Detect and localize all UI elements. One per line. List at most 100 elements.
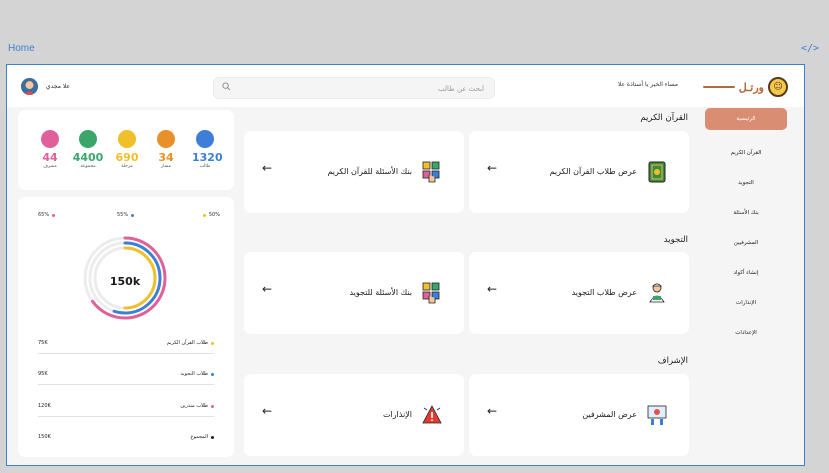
legend-dot (131, 213, 135, 217)
sidebar-item-create-codes[interactable]: إنشاء أكواد (705, 258, 787, 288)
stat-supervisors: 44 مشرف (37, 130, 63, 169)
section-title-supervision: الإشراف (657, 356, 688, 366)
stat-value: 44 (42, 151, 58, 164)
legend-dot (211, 435, 214, 439)
percent-pink: 65% (38, 212, 56, 218)
percent-yellow: 50% (202, 212, 220, 218)
search-icon[interactable] (222, 82, 231, 91)
legend-dot (52, 213, 56, 217)
section-title-tajweed: التجويد (663, 235, 688, 245)
card-label: عرض طلاب القرآن الكريم (549, 167, 637, 176)
stat-stages: 690 مرحلة (114, 130, 140, 169)
arrow-left-icon: ← (262, 404, 273, 418)
search-box (213, 77, 495, 99)
card-label: عرض المشرفين (582, 410, 637, 419)
legend-dot (211, 341, 214, 345)
donut-center-value: 150k (109, 275, 141, 288)
legend-dot (211, 404, 214, 408)
greeting-text: مساء الخير يا أستاذة علا (617, 81, 678, 88)
row-label: طلاب القرآن الكريم (167, 340, 214, 346)
stat-caption: طالب (199, 164, 211, 169)
sidebar-item-warnings[interactable]: الإنذارات (705, 288, 787, 318)
supervisor-board-icon (647, 405, 667, 425)
legend-dot (202, 213, 206, 217)
stat-value: 34 (158, 151, 174, 164)
arrow-left-icon: ← (487, 282, 498, 296)
arrow-left-icon: ← (262, 161, 273, 175)
question-bank-icon (422, 161, 440, 183)
arrow-left-icon: ← (487, 161, 498, 175)
sidebar-item-quran[interactable]: القرآن الكريم (705, 138, 787, 168)
card-label: عرض طلاب التجويد (571, 288, 637, 297)
warning-icon (422, 405, 442, 424)
breakdown-row: 150K المجموع (38, 432, 214, 448)
breakdown-row: 120K طلاب منذرين (38, 401, 214, 417)
user-profile[interactable]: علا مجدي (21, 78, 70, 95)
students-icon (196, 130, 214, 148)
card-label: بنك الأسئلة للتجويد (349, 288, 412, 297)
row-value: 95K (38, 371, 48, 377)
sidebar-item-settings[interactable]: الإعدادات (705, 318, 787, 348)
card-tajweed-question-bank[interactable]: بنك الأسئلة للتجويد ← (244, 252, 464, 334)
card-quran-students[interactable]: عرض طلاب القرآن الكريم ← (469, 131, 689, 213)
row-label: المجموع (190, 434, 214, 440)
stat-caption: مشرف (43, 164, 57, 169)
row-label-text: طلاب التجويد (180, 371, 208, 377)
logo: ☺ ورتـل (702, 77, 788, 97)
section-title-quran: القرآن الكريم (640, 113, 688, 123)
search-input[interactable] (234, 82, 484, 95)
logo-badge-icon: ☺ (768, 77, 788, 97)
card-tajweed-students[interactable]: عرض طلاب التجويد ← (469, 252, 689, 334)
stat-caption: مجموعة (80, 164, 96, 169)
row-value: 75K (38, 340, 48, 346)
stat-tracks: 34 مسار (153, 130, 179, 169)
sidebar-item-supervisors[interactable]: المشرفيين (705, 228, 787, 258)
frame-title: Home (8, 43, 35, 54)
top-bar: ☺ ورتـل مساء الخير يا أستاذة علا علا مجد… (7, 65, 804, 107)
logo-underline (702, 86, 735, 88)
row-label-text: المجموع (190, 434, 209, 440)
groups-icon (79, 130, 97, 148)
supervisors-icon (41, 130, 59, 148)
card-warnings[interactable]: الإنذارات ← (244, 374, 464, 456)
donut-panel: 50% 55% 65% 150k 75K طلاب القرآن الكريم (18, 197, 234, 457)
percent-blue: 55% (117, 212, 135, 218)
avatar[interactable] (21, 78, 38, 95)
card-quran-question-bank[interactable]: بنك الأسئلة للقرآن الكريم ← (244, 131, 464, 213)
card-label: الإنذارات (382, 410, 412, 419)
row-label: طلاب التجويد (180, 371, 214, 377)
sidebar-item-question-bank[interactable]: بنك الأسئلة (705, 198, 787, 228)
percent-value: 65% (38, 212, 50, 218)
tracks-icon (157, 130, 175, 148)
user-name: علا مجدي (46, 83, 70, 90)
card-supervisors[interactable]: عرض المشرفين ← (469, 374, 689, 456)
app-frame: ☺ ورتـل مساء الخير يا أستاذة علا علا مجد… (6, 64, 805, 466)
stat-value: 4400 (72, 151, 104, 164)
row-value: 120K (38, 403, 51, 409)
row-label-text: طلاب منذرين (180, 403, 208, 409)
arrow-left-icon: ← (487, 404, 498, 418)
row-label-text: طلاب القرآن الكريم (166, 340, 208, 346)
code-icon[interactable]: </> (801, 43, 819, 54)
stat-students: 1320 طالب (192, 130, 223, 169)
reciter-icon (649, 283, 665, 303)
stat-value: 1320 (192, 151, 223, 164)
breakdown-row: 75K طلاب القرآن الكريم (38, 338, 214, 354)
sidebar-item-tajweed[interactable]: التجويد (705, 168, 787, 198)
arrow-left-icon: ← (262, 282, 273, 296)
stages-icon (118, 130, 136, 148)
percent-value: 55% (117, 212, 129, 218)
stats-card: 1320 طالب 34 مسار 690 مرحلة 4400 مجموعة … (18, 110, 234, 190)
stat-caption: مسار (161, 164, 171, 169)
row-value: 150K (38, 434, 51, 440)
sidebar-item-home[interactable]: الرئيسية (705, 108, 787, 130)
breakdown-row: 95K طلاب التجويد (38, 369, 214, 385)
stat-value: 690 (115, 151, 139, 164)
quran-book-icon (648, 161, 666, 183)
percent-value: 50% (208, 212, 220, 218)
logo-text: ورتـل (738, 80, 764, 94)
sidebar: الرئيسية القرآن الكريم التجويد بنك الأسئ… (705, 108, 787, 348)
legend-dot (211, 372, 214, 376)
question-bank-icon (422, 282, 440, 304)
card-label: بنك الأسئلة للقرآن الكريم (327, 167, 412, 176)
